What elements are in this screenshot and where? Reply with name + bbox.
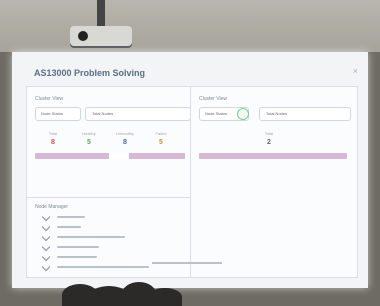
close-icon: × <box>352 66 358 76</box>
left-panel-label: Cluster View <box>35 96 63 102</box>
check-icon <box>41 262 51 272</box>
check-line <box>57 216 85 218</box>
projector-lens-icon <box>78 31 88 41</box>
check-line <box>57 226 81 228</box>
right-progress-bar <box>199 153 347 159</box>
metric-value-healthy: 5 <box>87 139 91 146</box>
metric-value-unhealthy: 8 <box>123 139 127 146</box>
section-title: Node Manager <box>35 204 69 210</box>
left-panel: Cluster View Node Status Total Nodes Tot… <box>26 86 196 278</box>
status-pill-right-a-text: Node Status <box>205 111 228 116</box>
audience-head <box>148 288 182 306</box>
right-panel: Cluster View Node Status Total Nodes Tot… <box>190 86 358 278</box>
check-line <box>57 236 125 238</box>
status-pill-right-b: Total Nodes <box>259 107 351 121</box>
projected-screen: AS13000 Problem Solving × Cluster View N… <box>12 52 368 288</box>
metric-value-total: 8 <box>51 139 55 146</box>
check-icon <box>41 242 51 252</box>
check-line <box>57 266 149 268</box>
status-pill-right-b-text: Total Nodes <box>266 111 288 116</box>
metric-label-healthy: Healthy <box>82 131 96 136</box>
right-metric-value: 2 <box>267 139 271 146</box>
status-pill-right-text: Total Nodes <box>92 111 114 116</box>
projector-mount <box>97 0 105 28</box>
right-metric-label: Total <box>264 131 274 136</box>
metric-label-failed: Failed <box>155 131 167 136</box>
check-icon <box>41 212 51 222</box>
room-ceiling <box>0 0 380 60</box>
audience-heads <box>62 272 182 306</box>
slide-title: AS13000 Problem Solving <box>34 68 146 78</box>
right-panel-label: Cluster View <box>199 96 227 102</box>
metric-label-unhealthy: Unhealthy <box>115 131 134 136</box>
ceiling-projector <box>70 26 132 46</box>
check-line <box>57 256 97 258</box>
slide-footer <box>152 262 222 264</box>
metric-label-total: Total <box>48 131 58 136</box>
metric-value-failed: 5 <box>159 139 163 146</box>
check-icon <box>41 252 51 262</box>
check-line <box>57 246 99 248</box>
status-pill-left: Node Status <box>35 107 81 121</box>
status-pill-left-text: Node Status <box>41 111 64 116</box>
check-icon <box>41 232 51 242</box>
left-progress-gap <box>109 153 129 159</box>
status-dot-icon <box>237 108 249 120</box>
check-icon <box>41 222 51 232</box>
status-pill-right: Total Nodes <box>85 107 191 121</box>
